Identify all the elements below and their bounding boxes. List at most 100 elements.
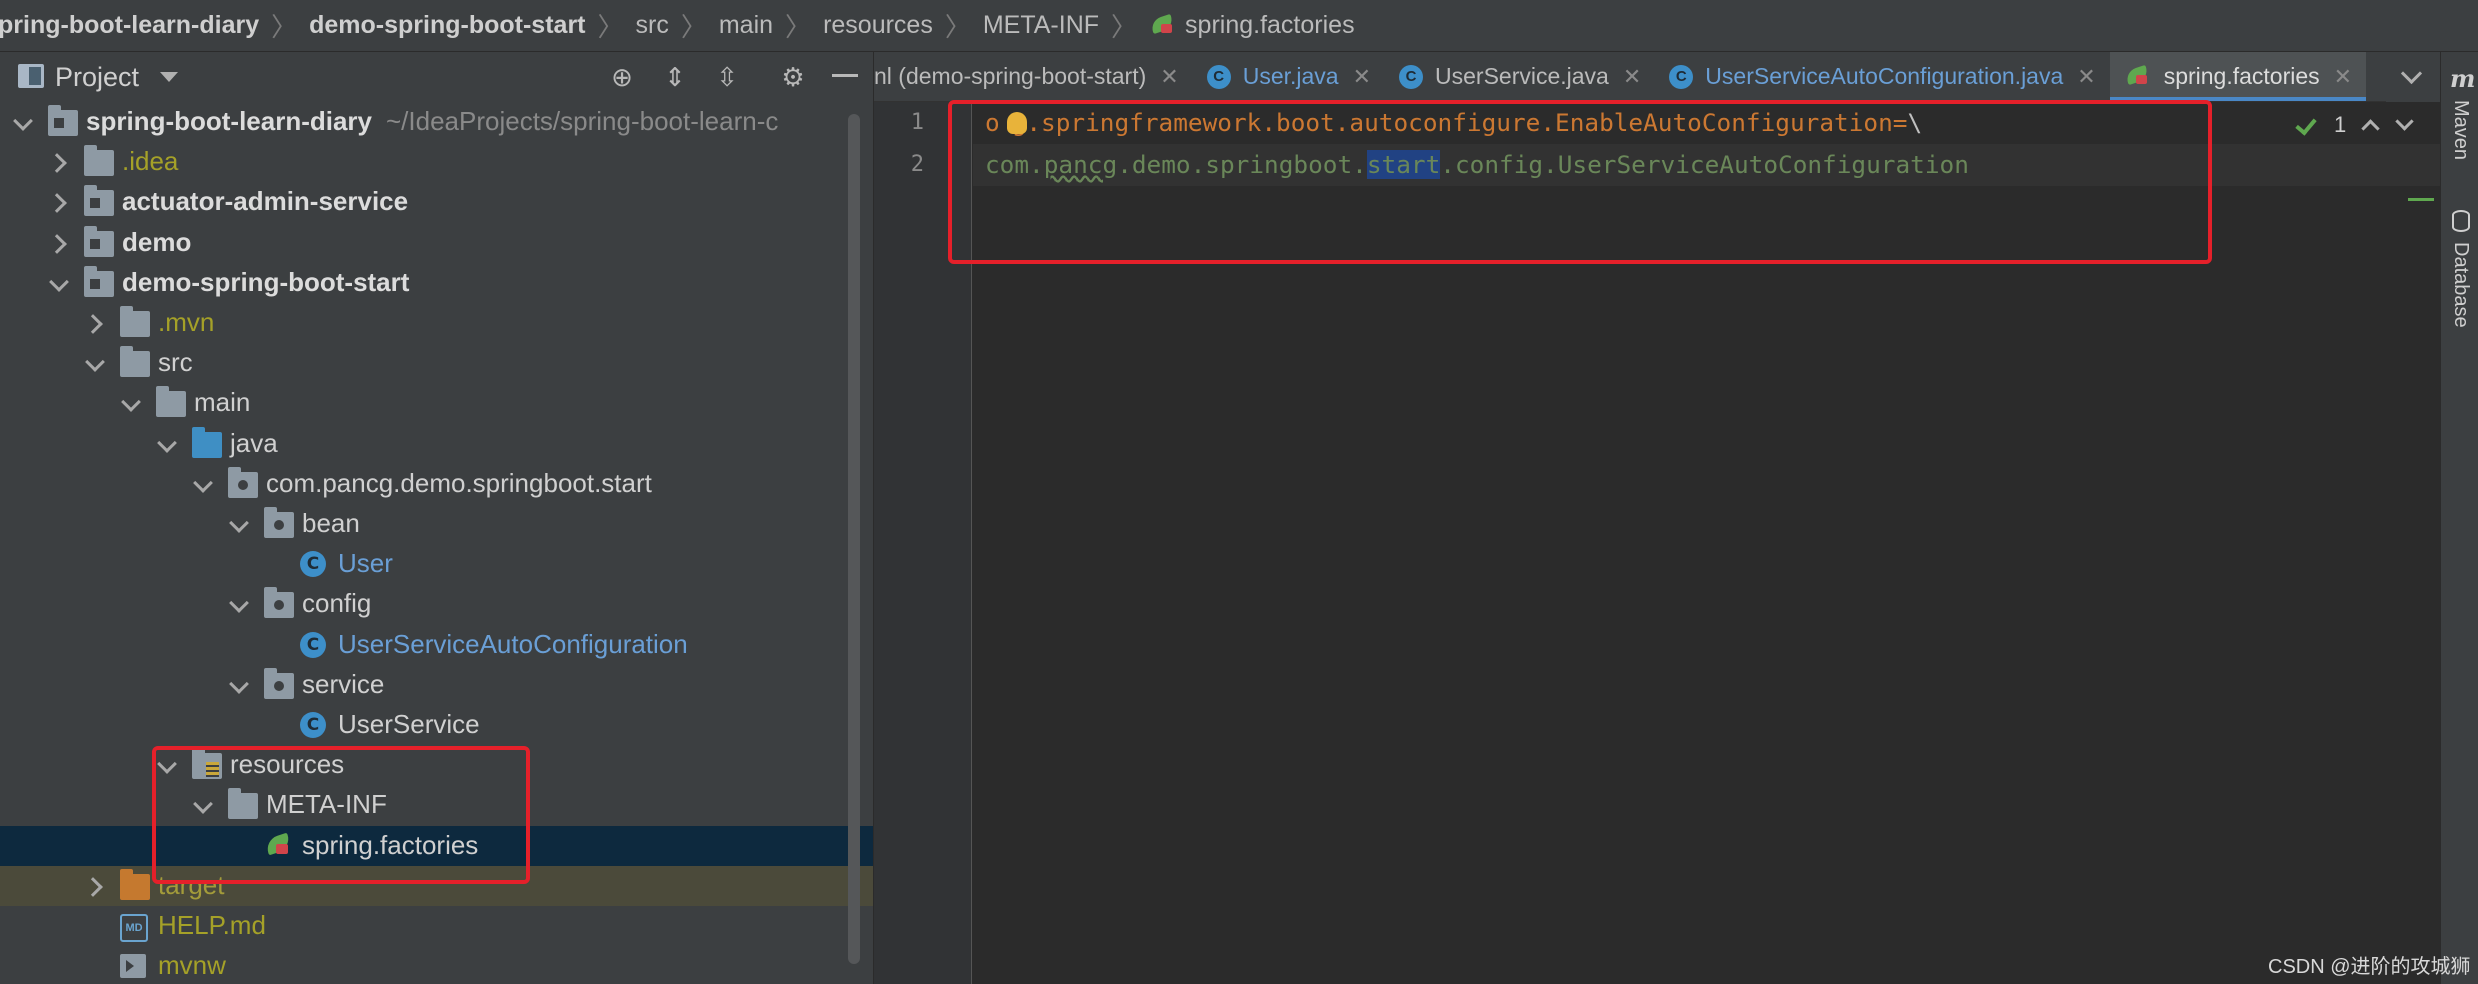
breadcrumb-label: main bbox=[718, 11, 774, 39]
chevron-right-icon[interactable] bbox=[84, 875, 106, 897]
chevron-up-icon[interactable] bbox=[2360, 115, 2380, 135]
breadcrumb-separator: 〉 bbox=[944, 12, 971, 42]
chevron-down-icon[interactable] bbox=[12, 111, 34, 133]
java-class-icon: C bbox=[300, 551, 326, 578]
tree-node[interactable]: C UserService bbox=[0, 705, 873, 745]
package-icon bbox=[228, 466, 258, 498]
locate-icon[interactable]: ⊕ bbox=[607, 62, 637, 92]
tree-node[interactable]: C UserServiceAutoConfiguration bbox=[0, 625, 873, 665]
chevron-right-icon[interactable] bbox=[84, 312, 106, 334]
tree-node-label: demo-spring-boot-start bbox=[122, 266, 410, 297]
project-view-title[interactable]: Project bbox=[55, 62, 139, 93]
chevron-right-icon[interactable] bbox=[48, 232, 70, 254]
right-tool-strip: m Maven Database bbox=[2440, 52, 2478, 984]
tree-node-label: UserServiceAutoConfiguration bbox=[338, 628, 688, 659]
chevron-right-icon[interactable] bbox=[48, 191, 70, 213]
java-class-icon: C bbox=[300, 712, 326, 738]
inspection-count: 1 bbox=[2334, 112, 2347, 137]
collapse-all-icon[interactable]: ⇳ bbox=[712, 62, 742, 92]
breadcrumb-item[interactable]: resources bbox=[819, 11, 937, 40]
tree-node[interactable]: MD HELP.md bbox=[0, 906, 873, 946]
tree-node-label: service bbox=[302, 668, 385, 699]
tree-node[interactable]: C User bbox=[0, 544, 873, 584]
tree-node[interactable]: demo bbox=[0, 223, 873, 263]
database-icon[interactable] bbox=[2452, 210, 2470, 232]
gear-icon[interactable]: ⚙ bbox=[778, 62, 808, 92]
tree-node[interactable]: main bbox=[0, 383, 873, 423]
chevron-down-icon[interactable] bbox=[156, 433, 178, 455]
project-toolbar: Project ⊕ ⇕ ⇳ ⚙ bbox=[0, 52, 873, 102]
tree-node[interactable]: config bbox=[0, 584, 873, 624]
chevron-down-icon[interactable] bbox=[228, 674, 250, 696]
editor-tab-label: User.java bbox=[1242, 63, 1339, 89]
tree-node[interactable]: demo-spring-boot-start bbox=[0, 263, 873, 303]
close-icon[interactable]: ✕ bbox=[2334, 64, 2352, 90]
chevron-down-icon[interactable] bbox=[160, 72, 178, 82]
chevron-down-icon[interactable] bbox=[228, 593, 250, 615]
breadcrumb-item[interactable]: spring.factories bbox=[1145, 11, 1359, 40]
close-icon[interactable]: ✕ bbox=[2077, 64, 2095, 90]
module-folder-icon bbox=[84, 265, 114, 297]
editor-tab[interactable]: C UserServiceAutoConfiguration.java ✕ bbox=[1655, 52, 2109, 101]
tree-node-label: .idea bbox=[122, 146, 179, 177]
chevron-down-icon[interactable] bbox=[2394, 115, 2414, 135]
breadcrumb-separator: 〉 bbox=[597, 12, 624, 42]
chevron-down-icon[interactable] bbox=[2386, 52, 2440, 102]
breadcrumb-item[interactable]: demo-spring-boot-start bbox=[305, 11, 589, 40]
breadcrumb-item[interactable]: pring-boot-learn-diary bbox=[0, 11, 263, 40]
tree-node[interactable]: .mvn bbox=[0, 303, 873, 343]
tree-node[interactable]: mvnw bbox=[0, 946, 873, 984]
tree-node[interactable]: service bbox=[0, 665, 873, 705]
chevron-down-icon[interactable] bbox=[120, 392, 142, 414]
breadcrumb-item[interactable]: META-INF bbox=[979, 11, 1103, 40]
hide-icon[interactable] bbox=[832, 74, 858, 77]
tree-node-label: User bbox=[338, 548, 393, 579]
tree-node[interactable]: actuator-admin-service bbox=[0, 182, 873, 222]
chevron-down-icon[interactable] bbox=[48, 272, 70, 294]
tree-node[interactable]: src bbox=[0, 343, 873, 383]
tree-node-label: actuator-admin-service bbox=[122, 186, 409, 217]
shell-script-icon bbox=[120, 954, 146, 979]
chevron-down-icon[interactable] bbox=[228, 513, 250, 535]
editor-tab[interactable]: C UserService.java ✕ bbox=[1385, 52, 1655, 101]
database-tool-button[interactable]: Database bbox=[2449, 242, 2472, 328]
tree-node[interactable]: com.pancg.demo.springboot.start bbox=[0, 464, 873, 504]
breadcrumb-item[interactable]: main bbox=[715, 11, 777, 40]
package-icon bbox=[264, 507, 294, 538]
tree-scrollbar[interactable] bbox=[848, 114, 860, 964]
java-class-icon: C bbox=[300, 631, 326, 658]
tree-node[interactable]: spring-boot-learn-diary ~/IdeaProjects/sp… bbox=[0, 102, 873, 142]
tree-node-label: com.pancg.demo.springboot.start bbox=[266, 467, 652, 498]
inspection-widget[interactable]: 1 bbox=[2296, 112, 2414, 138]
close-icon[interactable]: ✕ bbox=[1623, 64, 1641, 90]
tree-node-label: demo bbox=[122, 226, 192, 257]
markdown-file-icon: MD bbox=[120, 914, 148, 942]
chevron-right-icon[interactable] bbox=[48, 151, 70, 173]
package-icon bbox=[264, 587, 294, 619]
breadcrumb-label: resources bbox=[823, 11, 933, 39]
editor-tab[interactable]: spring.factories ✕ bbox=[2109, 52, 2367, 101]
editor-tab[interactable]: C User.java ✕ bbox=[1193, 52, 1385, 101]
tree-node[interactable]: bean bbox=[0, 504, 873, 544]
chevron-down-icon[interactable] bbox=[192, 473, 214, 495]
tree-node[interactable]: java bbox=[0, 424, 873, 464]
java-class-icon: C bbox=[1206, 64, 1231, 89]
editor-tab[interactable]: nl (demo-spring-boot-start) ✕ bbox=[874, 52, 1193, 101]
expand-all-icon[interactable]: ⇕ bbox=[660, 62, 690, 92]
folder-icon bbox=[120, 346, 150, 378]
breadcrumb-label: pring-boot-learn-diary bbox=[0, 11, 260, 39]
breadcrumb-item[interactable]: src bbox=[632, 11, 673, 40]
breadcrumb-separator: 〉 bbox=[680, 12, 707, 42]
tree-node[interactable]: .idea bbox=[0, 142, 873, 182]
highlight-box-tree bbox=[152, 746, 530, 884]
error-stripe-marker[interactable] bbox=[2408, 198, 2434, 201]
maven-icon[interactable]: m bbox=[2450, 64, 2475, 93]
tree-node-label: mvnw bbox=[158, 950, 226, 981]
editor-tab-label: spring.factories bbox=[2163, 63, 2320, 89]
maven-tool-button[interactable]: Maven bbox=[2449, 100, 2472, 160]
close-icon[interactable]: ✕ bbox=[1160, 64, 1178, 90]
spring-factories-icon bbox=[2124, 66, 2154, 88]
chevron-down-icon[interactable] bbox=[84, 352, 106, 374]
project-view-icon bbox=[18, 64, 44, 88]
close-icon[interactable]: ✕ bbox=[1353, 64, 1371, 90]
